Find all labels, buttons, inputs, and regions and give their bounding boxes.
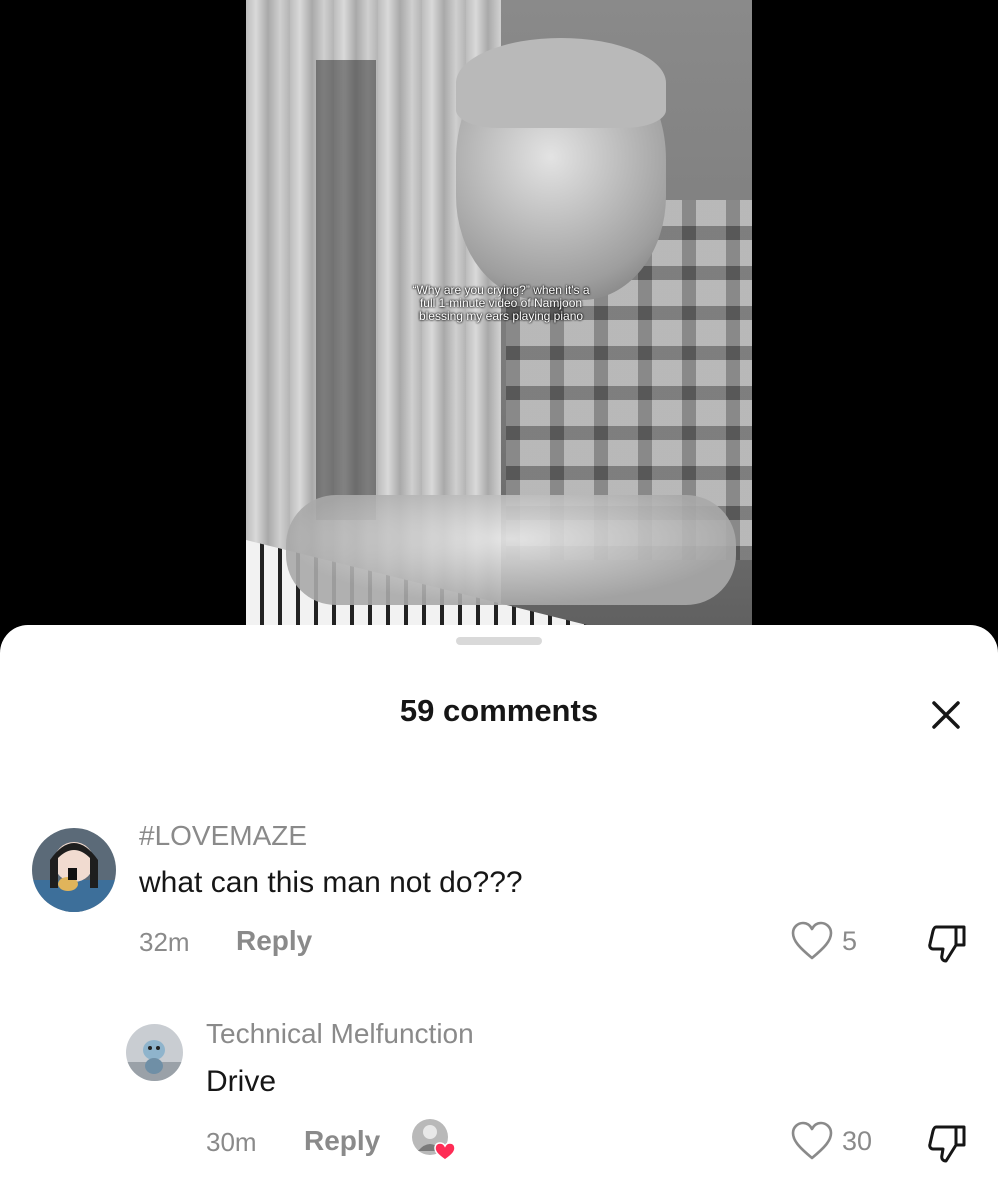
like-count: 30: [842, 1125, 873, 1156]
comment-timestamp: 30m: [206, 1127, 257, 1157]
thumbs-down-icon: [928, 1125, 966, 1163]
creator-liked-badge: [410, 1117, 456, 1163]
reply-button[interactable]: Reply: [304, 1125, 380, 1157]
video-person-hair: [456, 38, 666, 128]
video-caption: “Why are you crying?” when it's a full 1…: [412, 283, 590, 323]
video-player[interactable]: “Why are you crying?” when it's a full 1…: [246, 0, 752, 640]
comment-item: Technical Melfunction Drive 30m Reply 30: [0, 625, 998, 1200]
like-button[interactable]: 30: [790, 1121, 872, 1161]
comments-sheet: 59 comments #LOVEMAZE what can this man …: [0, 625, 998, 1200]
creator-liked-heart-icon: [412, 1119, 456, 1161]
heart-icon: [791, 1121, 833, 1160]
comment-text: Drive: [206, 1065, 277, 1098]
comment-username[interactable]: Technical Melfunction: [206, 1018, 474, 1050]
avatar[interactable]: [126, 1024, 183, 1081]
user-photo-icon: [126, 1024, 183, 1081]
dislike-button[interactable]: [926, 1123, 968, 1170]
video-window: [316, 60, 376, 520]
video-hands: [286, 495, 736, 605]
